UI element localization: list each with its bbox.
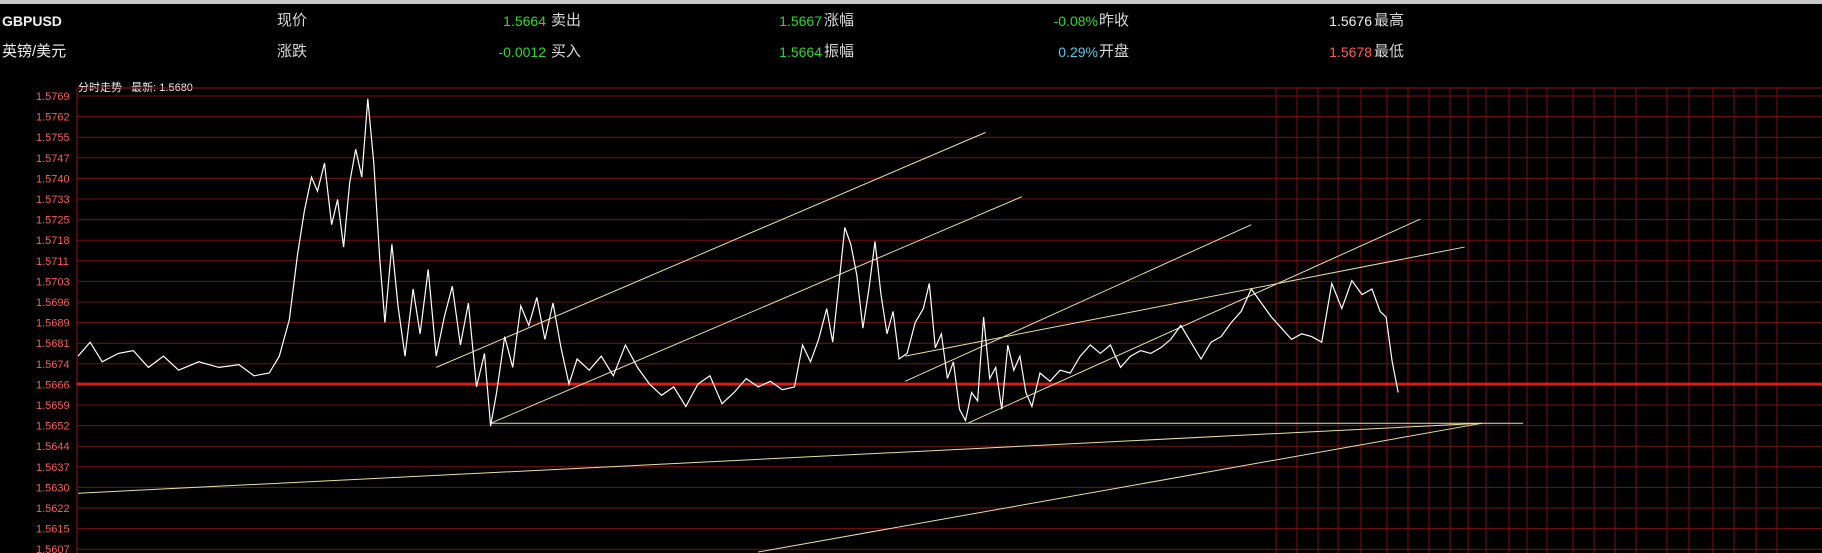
y-tick-label: 1.5733 [36, 194, 70, 206]
y-tick-label: 1.5637 [36, 462, 70, 474]
y-tick-label: 1.5615 [36, 524, 70, 536]
intraday-chart[interactable]: 1.5769 1.5762 1.5755 1.5747 1.5740 1.5733 1.57… [0, 0, 1822, 553]
trend-line [904, 224, 1252, 382]
y-tick-label: 1.5711 [36, 256, 69, 268]
y-tick-label: 1.5681 [36, 338, 70, 350]
trend-line [436, 131, 986, 368]
y-tick-label: 1.5747 [36, 153, 70, 165]
trend-line [77, 422, 1482, 494]
y-tick-label: 1.5630 [36, 482, 70, 494]
y-tick-label: 1.5703 [36, 276, 70, 288]
y-tick-label: 1.5674 [36, 359, 70, 371]
price-series-line [77, 98, 1399, 427]
y-tick-label: 1.5725 [36, 215, 70, 227]
y-tick-label: 1.5607 [36, 544, 70, 553]
y-tick-label: 1.5755 [36, 132, 70, 144]
y-tick-label: 1.5652 [36, 421, 70, 433]
y-tick-label: 1.5689 [36, 318, 70, 330]
y-tick-label: 1.5622 [36, 503, 70, 515]
y-tick-label: 1.5769 [36, 91, 70, 103]
y-tick-label: 1.5644 [36, 441, 70, 453]
y-tick-label: 1.5740 [36, 173, 70, 185]
y-tick-label: 1.5718 [36, 235, 70, 247]
y-tick-label: 1.5666 [36, 379, 70, 391]
y-tick-label: 1.5659 [36, 400, 70, 412]
y-tick-label: 1.5696 [36, 297, 70, 309]
y-tick-label: 1.5762 [36, 112, 70, 124]
